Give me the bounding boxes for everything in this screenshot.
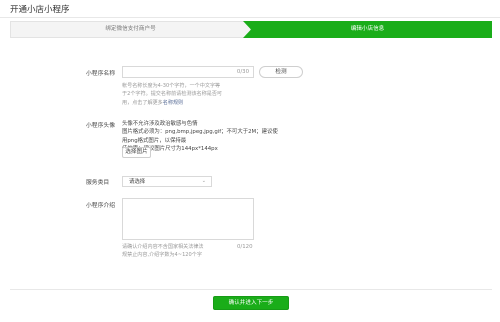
mini-program-name-input[interactable]: 0/30 (122, 66, 254, 78)
intro-label: 小程序介绍 (86, 203, 115, 209)
name-help-line-3: 用，点击了解更多名称规则 (122, 99, 257, 107)
avatar-label: 小程序头像 (86, 123, 115, 129)
name-label: 小程序名称 (86, 71, 115, 77)
confirm-next-button[interactable]: 确认并进入下一步 (213, 296, 289, 310)
intro-textarea[interactable] (122, 198, 254, 240)
step-progress: 绑定微信支付商户号 编辑小店信息 (10, 21, 492, 38)
name-help-line-2: 于2个字符。提交名称前请检测该名称是否可 (122, 91, 223, 98)
name-char-counter: 0/30 (236, 69, 249, 75)
intro-help-line-2: 规禁止内容,介绍字数为4~120个字 (122, 252, 202, 259)
page-title: 开通小店小程序 (10, 5, 70, 15)
category-select[interactable]: 请选择 ⌄ (122, 176, 212, 187)
intro-help-line-1: 请确认介绍内容不含国家相关法律法 (122, 244, 204, 250)
footer-divider (10, 289, 492, 290)
check-name-button[interactable]: 检测 (259, 66, 303, 78)
name-help-line-1: 帐号名称长度为4-30个字符，一个中文字等 (122, 83, 221, 89)
chevron-down-icon: ⌄ (201, 178, 206, 184)
avatar-req-line-1: 头像不允许涉及政治敏感与色情 (122, 121, 198, 127)
name-help-prefix: 用，点击了解更多 (122, 99, 163, 106)
select-image-button[interactable]: 选择图片 (122, 147, 151, 158)
intro-help-text: 请确认介绍内容不含国家相关法律法 规禁止内容,介绍字数为4~120个字 (122, 243, 232, 260)
title-divider (0, 17, 500, 18)
intro-char-counter: 0/120 (237, 244, 253, 250)
step-bind-merchant: 绑定微信支付商户号 (10, 21, 251, 38)
step-edit-store-info: 编辑小店信息 (243, 21, 492, 38)
name-help-text: 帐号名称长度为4-30个字符，一个中文字等 于2个字符。提交名称前请检测该名称是… (122, 82, 257, 107)
avatar-req-line-2: 图片格式必须为：png,bmp,jpeg,jpg,gif；不可大于2M；建议使用… (122, 129, 278, 144)
category-label: 服务类目 (86, 180, 110, 186)
name-rules-link[interactable]: 名称规则 (163, 100, 183, 106)
category-selected-value: 请选择 (129, 179, 146, 185)
